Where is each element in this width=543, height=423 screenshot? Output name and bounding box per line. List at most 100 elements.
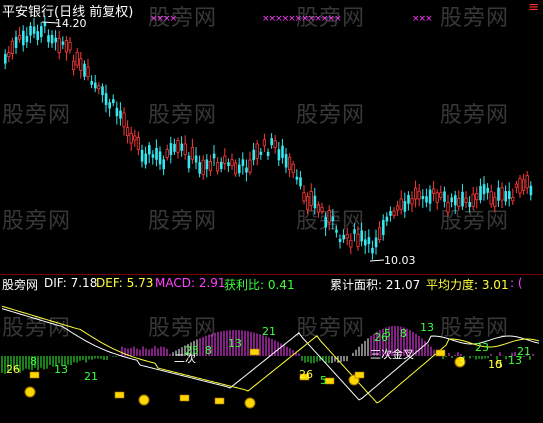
money-bag-icon	[138, 394, 150, 406]
candle-body	[205, 159, 209, 170]
candle-body	[374, 237, 378, 248]
menu-icon[interactable]: ≡	[528, 0, 539, 15]
candle-body	[72, 60, 76, 71]
candle-body	[489, 191, 493, 205]
candle-body	[425, 196, 428, 203]
label: 21	[517, 345, 531, 358]
indicator-bar: 股旁网 DIF: 7.18 DEF: 5.73 MACD: 2.91 获利比: …	[0, 276, 543, 294]
money-bag-icon	[24, 386, 36, 398]
candle-body	[349, 239, 353, 248]
candle-body	[324, 216, 327, 228]
candle-body	[464, 197, 468, 203]
candle-body	[57, 37, 61, 53]
profit-ratio-value: 获利比: 0.41	[224, 278, 295, 292]
candle-body	[514, 183, 519, 188]
candle-body	[40, 26, 43, 38]
candle-body	[273, 140, 277, 148]
candle-body	[479, 186, 482, 201]
candle-body	[299, 177, 302, 187]
candle-body	[83, 63, 86, 77]
candle-body	[504, 191, 507, 202]
candle-body	[313, 195, 317, 209]
candle-body	[36, 31, 39, 40]
candle-body	[403, 201, 407, 212]
candle-body	[435, 192, 439, 203]
signal-marks: ×××	[412, 14, 433, 24]
low-price-label: 10.03	[384, 254, 416, 267]
candle-body	[410, 198, 414, 205]
candle-body	[180, 143, 183, 151]
label: 5	[320, 374, 327, 387]
candle-body	[385, 216, 389, 222]
candle-body	[47, 35, 50, 43]
golden-cross-label: 三次金叉	[370, 348, 414, 361]
candle-body	[101, 86, 104, 96]
candle-body	[421, 195, 425, 200]
candle-body	[327, 210, 331, 223]
candle-body	[500, 187, 504, 201]
candle-body	[50, 35, 54, 44]
candle-body	[86, 66, 90, 77]
signal-box-icon	[249, 348, 260, 356]
candle-body	[126, 127, 130, 136]
candle-body	[112, 99, 115, 104]
indicator-name[interactable]: 股旁网	[2, 276, 38, 293]
candle-body	[4, 53, 7, 64]
candle-body	[151, 154, 155, 158]
candle-body	[90, 81, 93, 85]
candle-body	[75, 52, 79, 66]
candle-body	[245, 167, 248, 173]
candle-body	[64, 40, 68, 53]
candle-body	[129, 133, 133, 144]
signal-marks: ××××××××××××	[262, 14, 341, 24]
candle-body	[335, 229, 338, 233]
candle-body	[259, 151, 263, 155]
candle-body	[475, 192, 479, 201]
candle-body	[173, 143, 176, 152]
low-arrow	[369, 259, 385, 262]
candle-body	[295, 176, 299, 180]
candle-body	[450, 197, 453, 202]
candle-body	[511, 196, 515, 202]
candle-body	[233, 162, 238, 175]
candle-body	[270, 138, 273, 146]
candle-body	[493, 196, 497, 207]
candle-body	[187, 155, 191, 169]
candle-body	[413, 187, 418, 200]
candle-body	[529, 185, 533, 196]
candle-body	[431, 188, 436, 194]
candle-body	[155, 147, 158, 160]
candle-body	[158, 151, 162, 165]
label: 26	[299, 368, 313, 381]
candle-body	[148, 145, 151, 155]
candle-body	[392, 210, 396, 216]
candle-body	[443, 191, 446, 202]
candle-body	[305, 196, 310, 210]
candle-body	[508, 191, 511, 200]
def-value: DEF: 5.73	[96, 276, 154, 290]
label: 8	[30, 355, 37, 368]
candle-body	[136, 137, 140, 150]
candle-body	[133, 135, 137, 141]
candle-body	[255, 143, 259, 159]
candle-body	[68, 42, 72, 51]
candle-body	[262, 139, 267, 147]
candle-body	[248, 159, 252, 173]
candle-body	[417, 190, 421, 200]
candle-body	[364, 239, 367, 246]
high-price-label: 14.20	[55, 17, 87, 30]
candle-body	[10, 40, 14, 54]
candle-body	[144, 153, 147, 165]
candle-body	[291, 163, 295, 174]
candle-body	[371, 247, 374, 254]
candle-body	[17, 35, 22, 40]
average-force-value: 平均力度: 3.01	[426, 278, 509, 292]
candle-body	[238, 164, 241, 174]
candle-body	[277, 149, 281, 161]
candle-body	[345, 234, 349, 239]
label: 21	[262, 325, 276, 338]
signal-box-icon	[435, 349, 446, 357]
candle-body	[486, 187, 489, 193]
candle-body	[25, 35, 29, 43]
candle-body	[32, 26, 36, 34]
